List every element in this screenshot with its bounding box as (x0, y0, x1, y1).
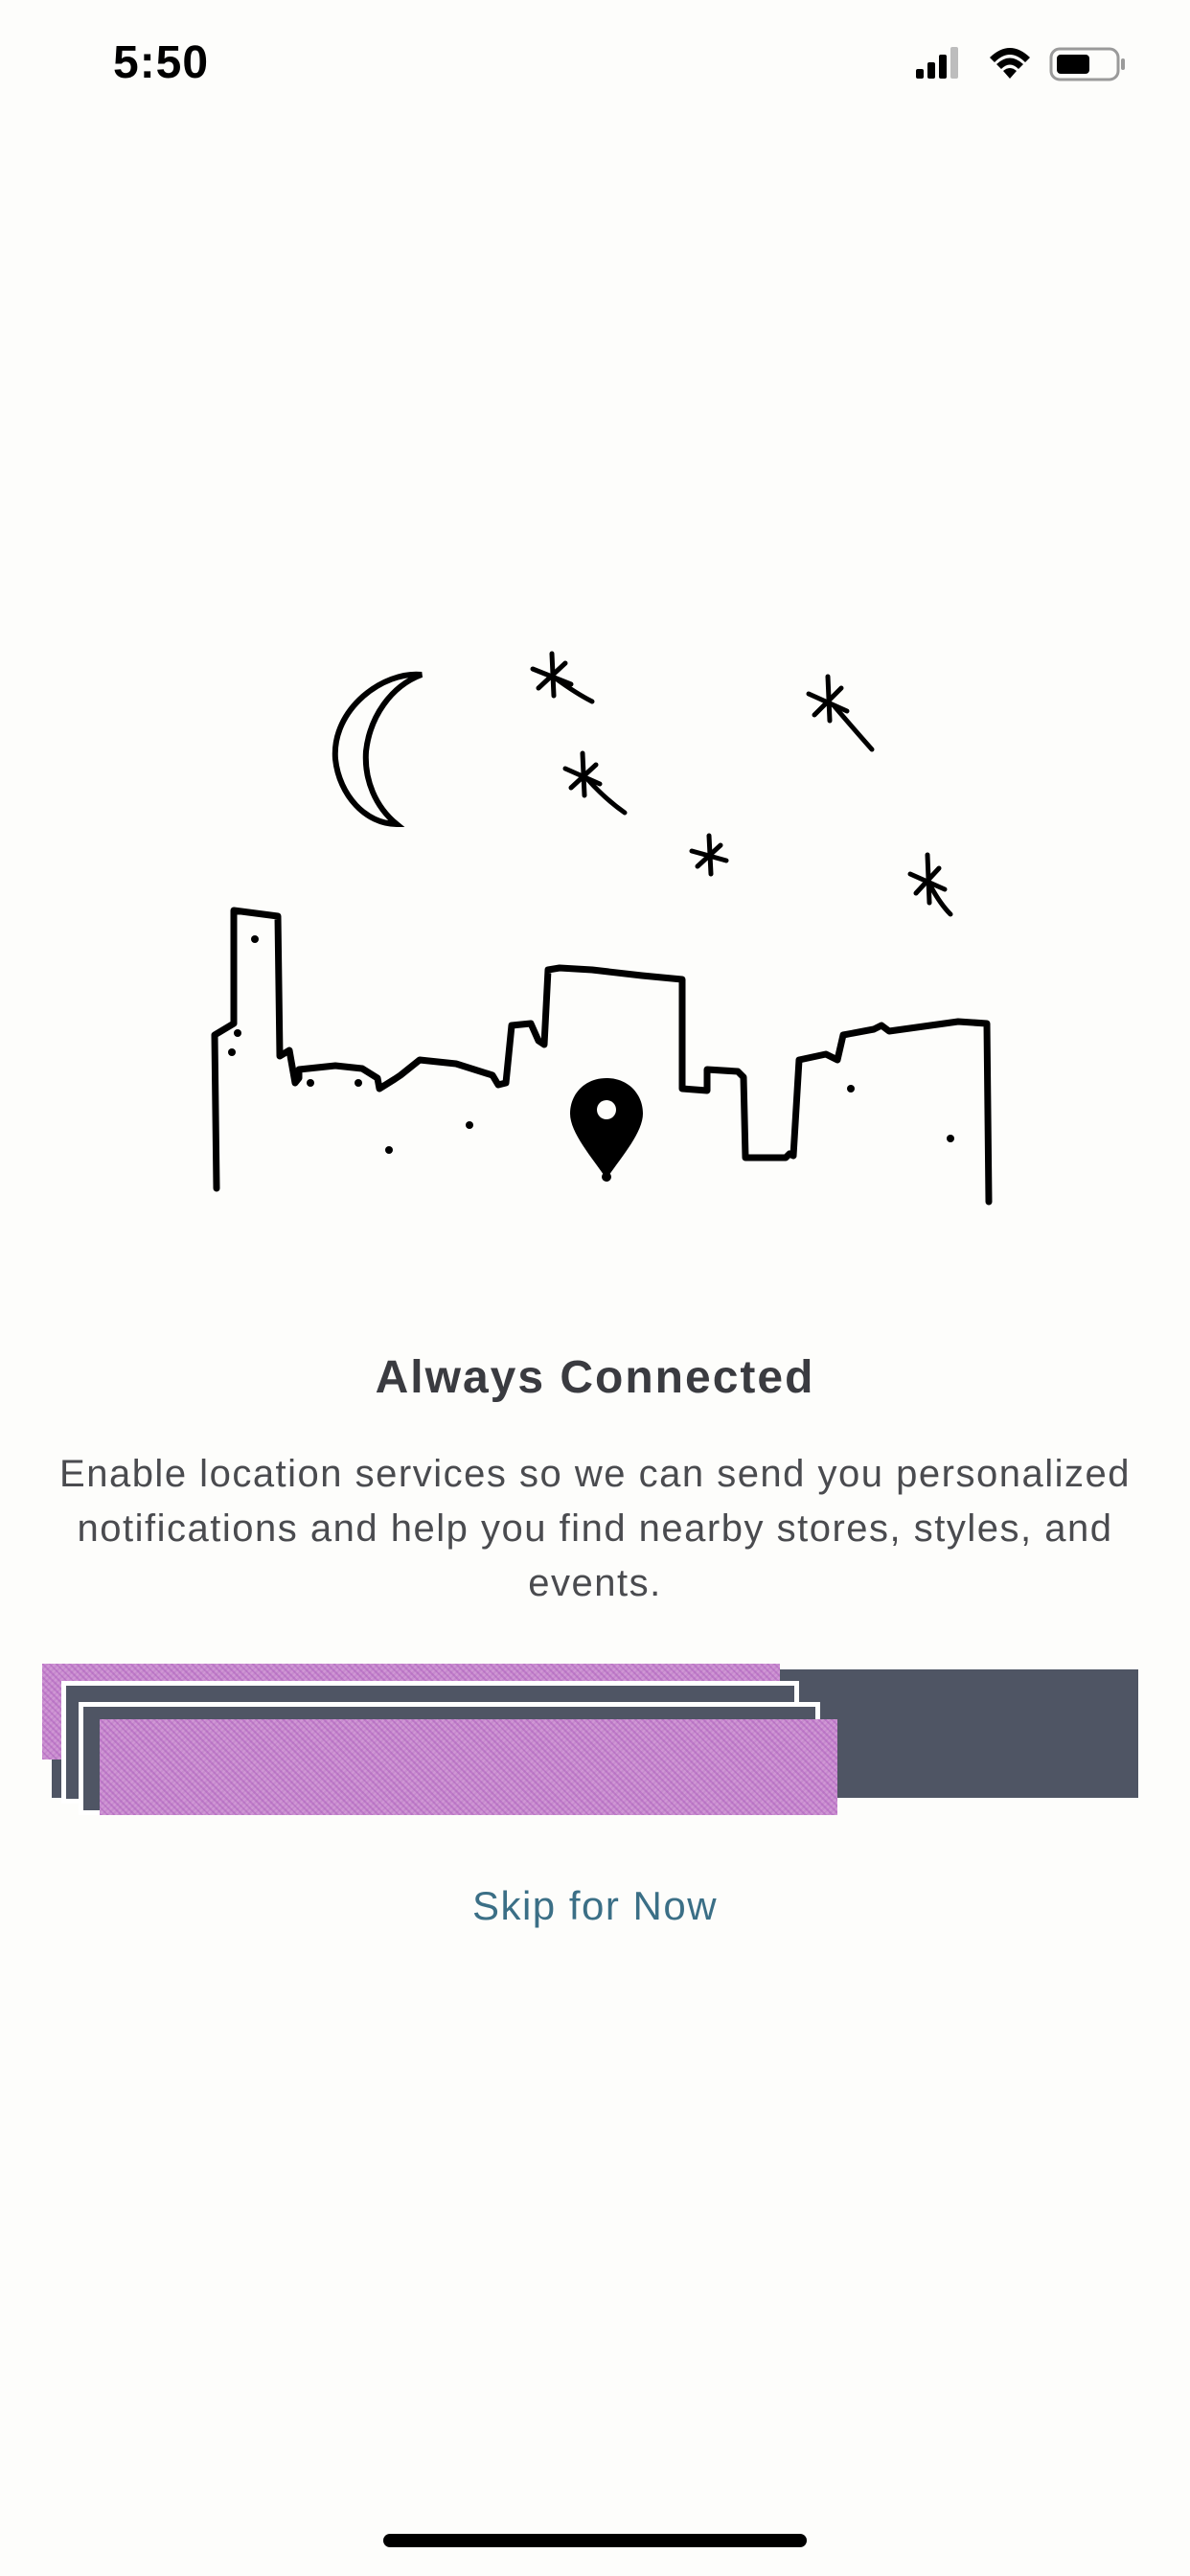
home-indicator (383, 2534, 807, 2547)
location-pin-icon (570, 1078, 643, 1182)
wifi-icon (990, 48, 1030, 79)
moon-icon (332, 671, 423, 828)
city-skyline-illustration (211, 651, 993, 1206)
cellular-signal-icon (916, 47, 958, 79)
page-title: Always Connected (375, 1352, 815, 1403)
battery-icon (1049, 47, 1125, 81)
status-time: 5:50 (113, 37, 210, 88)
skip-for-now-link[interactable]: Skip for Now (0, 1883, 1190, 1929)
status-bar: 5:50 (0, 0, 1190, 129)
status-icons (916, 47, 1125, 81)
stars-icon (530, 651, 953, 917)
page-description: Enable location services so we can send … (59, 1453, 1131, 1604)
